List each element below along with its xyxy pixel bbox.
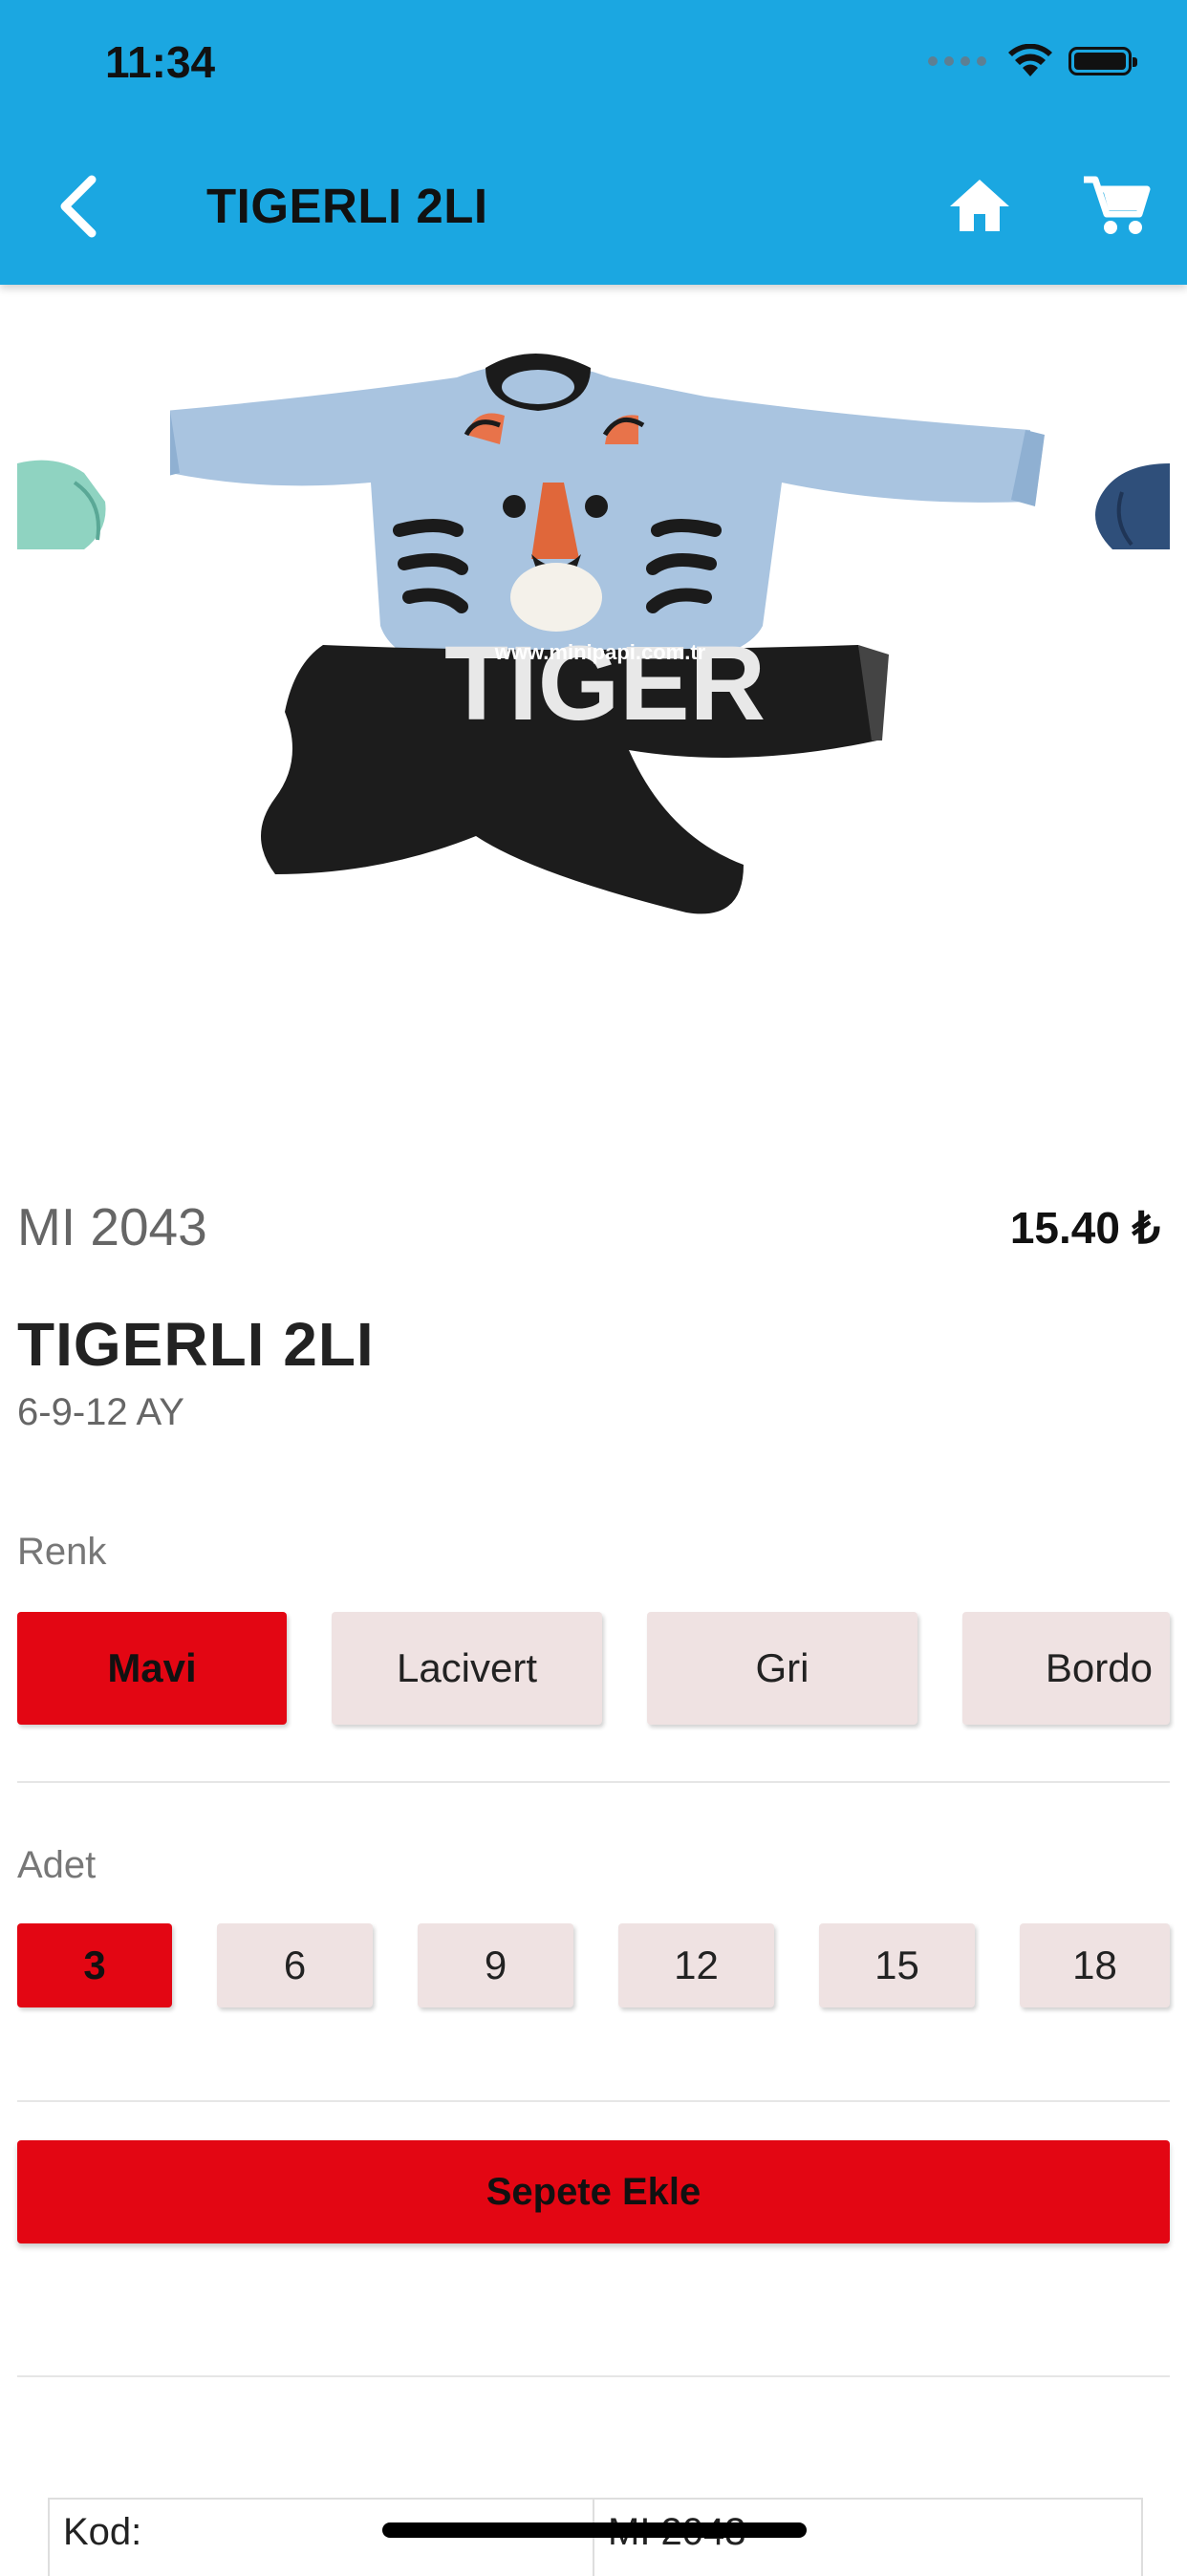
color-option-gri[interactable]: Gri [647, 1612, 917, 1725]
divider [17, 2100, 1170, 2102]
color-option-lacivert[interactable]: Lacivert [332, 1612, 602, 1725]
quantity-option-18[interactable]: 18 [1020, 1923, 1170, 2007]
divider [17, 1781, 1170, 1783]
previous-image-thumbnail[interactable] [17, 444, 122, 578]
quantity-label: Adet [17, 1844, 97, 1886]
product-name: TIGERLI 2LI [17, 1310, 375, 1379]
cart-button[interactable] [1080, 172, 1153, 239]
product-code: MI 2043 [17, 1197, 207, 1256]
quantity-option-15[interactable]: 15 [819, 1923, 975, 2007]
quantity-option-3[interactable]: 3 [17, 1923, 172, 2007]
product-size-range: 6-9-12 AY [17, 1391, 184, 1433]
home-icon [950, 180, 1009, 231]
color-option-bordo[interactable]: Bordo [962, 1612, 1170, 1725]
battery-icon [1068, 47, 1137, 75]
color-option-mavi[interactable]: Mavi [17, 1612, 287, 1725]
details-value: MI 2043 [594, 2500, 760, 2576]
color-label: Renk [17, 1531, 107, 1573]
quantity-option-9[interactable]: 9 [418, 1923, 573, 2007]
product-price: 15.40 ₺ [1009, 1203, 1160, 1253]
product-image-gallery[interactable]: TIGER www.minipapi.com.tr [17, 301, 1170, 1180]
divider [17, 2375, 1170, 2377]
next-image-thumbnail[interactable] [1084, 454, 1170, 569]
status-icons [928, 44, 1137, 78]
quantity-option-12[interactable]: 12 [618, 1923, 774, 2007]
add-to-cart-button[interactable]: Sepete Ekle [17, 2140, 1170, 2243]
chevron-left-icon [60, 175, 97, 238]
status-time: 11:34 [105, 37, 216, 87]
page-title: TIGERLI 2LI [206, 179, 488, 233]
product-image: TIGER www.minipapi.com.tr [170, 354, 1045, 914]
cart-icon [1084, 176, 1151, 234]
wifi-icon [1008, 44, 1052, 76]
details-key: Kod: [50, 2500, 594, 2576]
app-header: 11:34 TIGERLI 2LI [0, 0, 1187, 285]
home-button[interactable] [946, 172, 1013, 239]
home-indicator[interactable] [382, 2522, 807, 2538]
image-watermark: www.minipapi.com.tr [494, 640, 706, 664]
quantity-option-6[interactable]: 6 [217, 1923, 373, 2007]
signal-icon [928, 56, 986, 66]
back-button[interactable] [50, 172, 107, 241]
